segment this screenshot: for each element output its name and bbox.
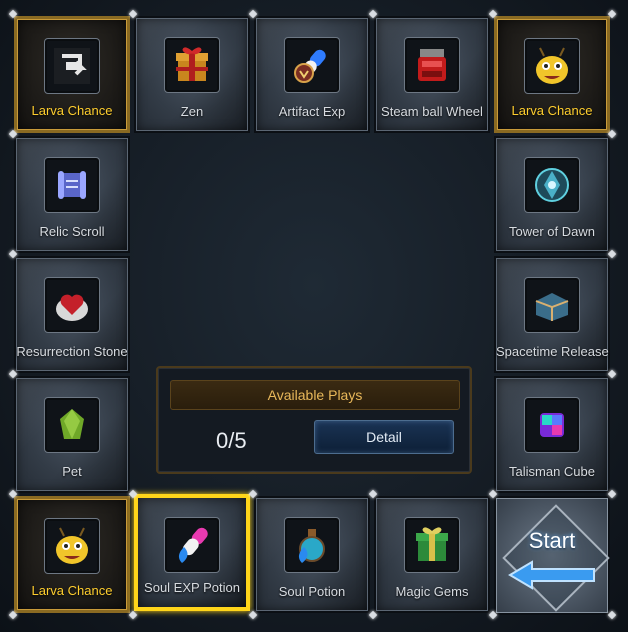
tile-label: Artifact Exp <box>278 104 346 119</box>
return-arrow-icon <box>54 48 90 84</box>
tile-zen[interactable]: Zen <box>134 16 250 133</box>
panel-title: Available Plays <box>170 380 460 410</box>
arrow-left-icon <box>508 560 595 590</box>
tile-larva-chance-top-right[interactable]: Larva Chance <box>494 16 610 133</box>
plays-count: 0/5 <box>216 428 247 453</box>
tile-label: Zen <box>180 104 204 119</box>
tile-tower-of-dawn[interactable]: Tower of Dawn <box>494 136 610 253</box>
available-plays-panel: Available Plays 0/5 Detail <box>156 366 472 474</box>
gift-box-icon <box>176 47 208 81</box>
tile-label: Soul Potion <box>278 584 346 599</box>
icon-frame <box>525 398 579 452</box>
icon-frame <box>525 39 579 93</box>
scroll-icon <box>58 171 86 199</box>
green-gem-icon <box>60 409 84 439</box>
tile-larva-chance-bottom-left[interactable]: Larva Chance <box>14 496 130 613</box>
tile-label: Steam ball Wheel <box>381 104 483 119</box>
icon-frame <box>165 38 219 92</box>
tile-label: Larva Chance <box>31 583 113 598</box>
larva-icon <box>536 47 568 84</box>
spacetime-box-icon <box>535 293 569 321</box>
tile-label: Larva Chance <box>511 103 593 118</box>
start-label: Start <box>528 528 576 553</box>
tile-pet[interactable]: Pet <box>14 376 130 493</box>
tile-talisman-cube[interactable]: Talisman Cube <box>494 376 610 493</box>
talisman-cube-icon <box>540 413 564 437</box>
tile-label: Pet <box>62 464 82 479</box>
icon-frame <box>405 518 459 572</box>
tile-steam-ball-wheel[interactable]: Steam ball Wheel <box>374 16 490 133</box>
tile-spacetime-release[interactable]: Spacetime Release <box>494 256 610 373</box>
larva-icon <box>56 527 88 564</box>
tile-label: Resurrection Stone <box>16 344 128 359</box>
tile-larva-chance-top-left[interactable]: Larva Chance <box>14 16 130 133</box>
potion-flask-icon <box>298 529 325 563</box>
icon-frame <box>525 158 579 212</box>
tile-label: Relic Scroll <box>39 224 105 239</box>
tile-relic-scroll[interactable]: Relic Scroll <box>14 136 130 253</box>
tile-label: Spacetime Release <box>496 344 609 359</box>
tile-label: Larva Chance <box>31 103 113 118</box>
tile-magic-gems[interactable]: Magic Gems <box>374 496 490 613</box>
icon-frame <box>45 39 99 93</box>
detail-button[interactable]: Detail <box>314 420 454 454</box>
icon-frame <box>525 278 579 332</box>
icon-frame <box>45 278 99 332</box>
icon-frame <box>285 38 339 92</box>
tile-label: Magic Gems <box>395 584 469 599</box>
capsule-icon <box>178 527 208 563</box>
green-gift-icon <box>416 527 448 561</box>
decor-stud <box>128 610 138 620</box>
decor-stud <box>607 610 617 620</box>
icon-frame <box>405 38 459 92</box>
tile-label: Soul EXP Potion <box>144 580 240 595</box>
icon-frame <box>45 519 99 573</box>
tile-soul-potion[interactable]: Soul Potion <box>254 496 370 613</box>
steam-ball-icon <box>418 49 446 81</box>
tile-resurrection-stone[interactable]: Resurrection Stone <box>14 256 130 373</box>
tile-label: Talisman Cube <box>509 464 595 479</box>
tile-soul-exp-potion[interactable]: Soul EXP Potion <box>134 494 250 611</box>
icon-frame <box>165 518 219 572</box>
heart-stone-icon <box>56 294 88 321</box>
icon-frame <box>285 518 339 572</box>
tile-artifact-exp[interactable]: Artifact Exp <box>254 16 370 133</box>
artifact-potion-icon <box>294 49 326 83</box>
start-button[interactable]: Start <box>494 496 610 615</box>
icon-frame <box>45 158 99 212</box>
tower-orb-icon <box>535 168 569 202</box>
tile-label: Tower of Dawn <box>509 224 595 239</box>
game-board: Larva Chance Zen Artifact Exp Steam ball… <box>0 0 628 632</box>
icon-frame <box>45 398 99 452</box>
